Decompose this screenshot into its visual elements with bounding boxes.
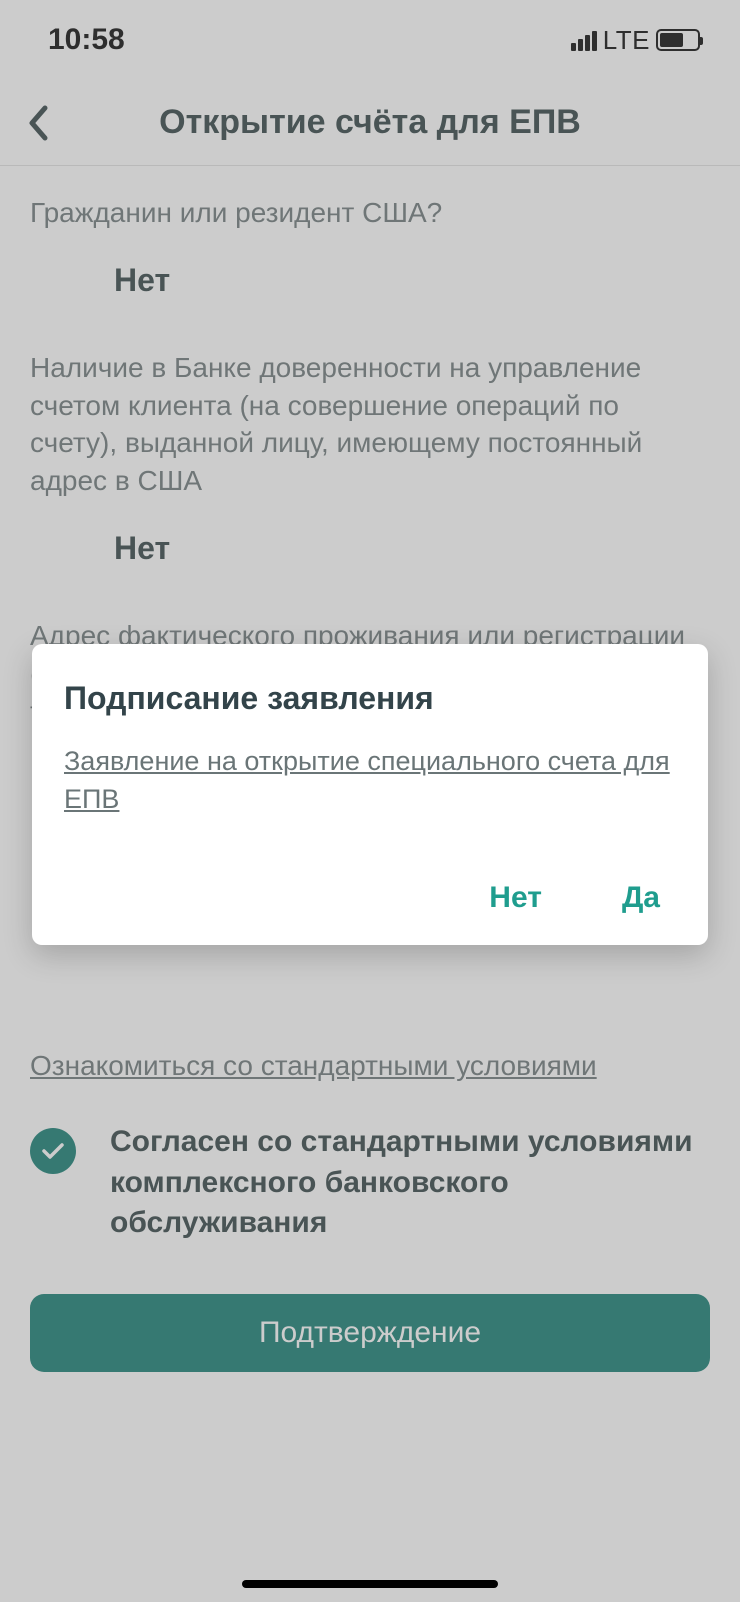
screen: 10:58 LTE Открытие счёта для ЕПВ Граждан… bbox=[0, 0, 740, 1602]
modal-overlay[interactable]: Подписание заявления Заявление на открыт… bbox=[0, 0, 740, 1602]
home-indicator[interactable] bbox=[242, 1580, 498, 1588]
sign-dialog: Подписание заявления Заявление на открыт… bbox=[32, 644, 708, 945]
dialog-document-link[interactable]: Заявление на открытие специального счета… bbox=[64, 743, 676, 819]
dialog-no-button[interactable]: Нет bbox=[481, 877, 550, 919]
dialog-actions: Нет Да bbox=[64, 877, 676, 919]
dialog-yes-button[interactable]: Да bbox=[614, 877, 668, 919]
dialog-title: Подписание заявления bbox=[64, 680, 676, 717]
